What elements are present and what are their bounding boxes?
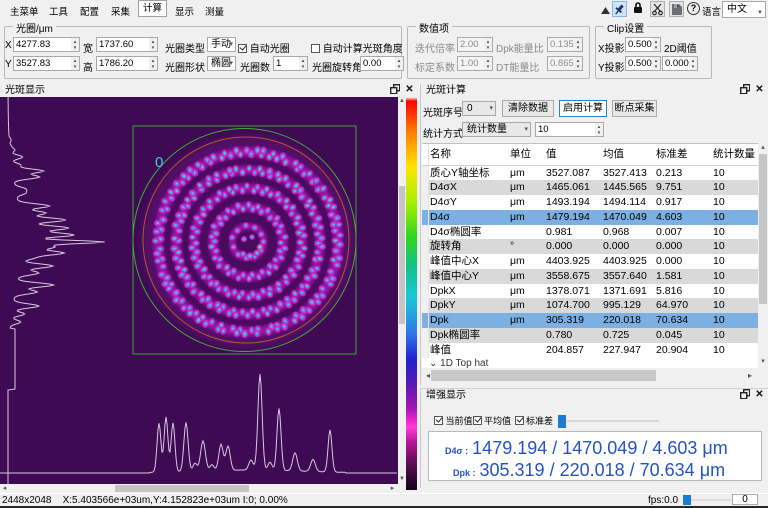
svg-text:0: 0 bbox=[155, 154, 163, 171]
